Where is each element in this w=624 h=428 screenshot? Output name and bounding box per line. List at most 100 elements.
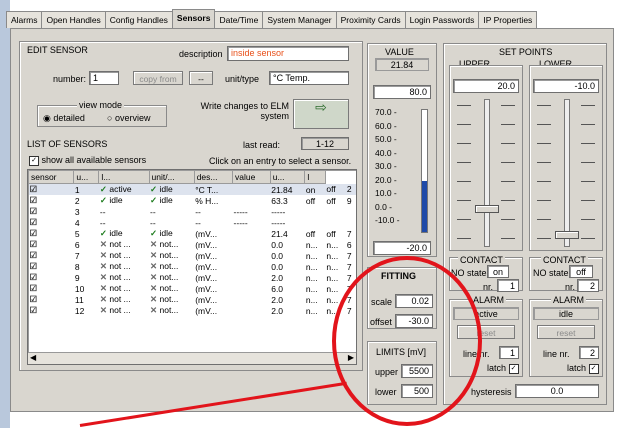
checkbox-icon[interactable]: ☑ (30, 184, 38, 194)
table-row[interactable]: ☑ 7 ✕ not ... ✕ not... (mV... 0.0 n... n... 7 (29, 250, 357, 261)
lower-setpoint-slider[interactable] (531, 97, 601, 247)
slider-thumb[interactable] (475, 204, 499, 213)
lower-status: ✓ idle (149, 195, 194, 206)
tab-date-time[interactable]: Date/Time (214, 11, 264, 28)
radio-overview[interactable]: ○ overview (107, 113, 150, 123)
tab-config-handles[interactable]: Config Handles (104, 11, 173, 28)
list-hint: Click on an entry to select a sensor. (209, 156, 352, 166)
tab-login-passwords[interactable]: Login Passwords (404, 11, 480, 28)
alarm-lower-line[interactable]: 2 (579, 346, 599, 359)
lower-contact: off (325, 195, 346, 206)
slider-tick (501, 181, 515, 182)
sensor-table[interactable]: sensor u... l... unit/... des... value u... l ☑… (27, 169, 357, 365)
checkbox-icon[interactable]: ☑ (30, 195, 38, 205)
row-checkbox: ☑ (29, 217, 74, 228)
table-row[interactable]: ☑ 1 ✓ active ✓ idle °C T... 21.84 on off 2 (28, 183, 356, 195)
column-header[interactable]: l (304, 170, 326, 184)
copy-from-button[interactable]: copy from (133, 71, 183, 85)
write-to-system-button[interactable]: ⇨ (293, 99, 349, 129)
table-row[interactable]: ☑ 10 ✕ not ... ✕ not... (mV... 6.0 n... n... 7 (29, 283, 357, 294)
lower-setpoint-field[interactable]: -10.0 (533, 79, 599, 93)
contact-upper-no-state[interactable]: on (487, 265, 509, 278)
checkbox-icon[interactable]: ☑ (30, 283, 38, 293)
column-header[interactable]: u... (269, 170, 306, 184)
checkbox-icon[interactable]: ☑ (30, 206, 38, 216)
table-row[interactable]: ☑ 5 ✓ idle ✓ idle (mV... 21.4 off off 7 (29, 228, 357, 239)
show-all-checkbox[interactable]: ✓ show all available sensors (29, 155, 146, 166)
copy-from-select[interactable]: -- (189, 71, 213, 85)
table-row[interactable]: ☑ 11 ✕ not ... ✕ not... (mV... 2.0 n... n... 7 (29, 294, 357, 305)
sensor-number: 5 (74, 228, 99, 239)
tab-ip-properties[interactable]: IP Properties (478, 11, 538, 28)
radio-detailed[interactable]: ◉ detailed (43, 113, 85, 124)
contact-lower-nr[interactable]: 2 (577, 279, 599, 292)
description-cell (233, 261, 271, 272)
slider-track[interactable] (484, 99, 490, 247)
slider-tick (501, 143, 515, 144)
table-row[interactable]: ☑ 6 ✕ not ... ✕ not... (mV... 0.0 n... n... 6 (29, 239, 357, 250)
column-header[interactable]: value (232, 170, 271, 184)
number-field[interactable]: 1 (89, 71, 119, 85)
horizontal-scrollbar[interactable]: ◀ ▶ (28, 352, 356, 364)
upper-status: ✕ not ... (99, 283, 149, 294)
column-header[interactable]: sensor (28, 170, 75, 184)
table-row[interactable]: ☑ 9 ✕ not ... ✕ not... (mV... 2.0 n... n... 7 (29, 272, 357, 283)
contact-lower-no-state-label: NO state (533, 268, 569, 278)
alarm-upper-line[interactable]: 1 (499, 346, 519, 359)
column-header[interactable]: l... (98, 170, 150, 184)
checkbox-icon[interactable]: ☑ (30, 305, 38, 315)
value-cell: ----- (270, 217, 305, 228)
hysteresis-field[interactable]: 0.0 (515, 384, 599, 398)
value-bottom-field[interactable]: -20.0 (373, 241, 431, 255)
table-row[interactable]: ☑ 8 ✕ not ... ✕ not... (mV... 0.0 n... n... 7 (29, 261, 357, 272)
contact-upper-nr[interactable]: 1 (497, 279, 519, 292)
alarm-lower-latch-label: latch (567, 363, 587, 373)
value-top-field[interactable]: 80.0 (373, 85, 431, 99)
tab-proximity-cards[interactable]: Proximity Cards (335, 11, 406, 28)
tab-open-handles[interactable]: Open Handles (41, 11, 106, 28)
sensors-panel: EDIT SENSOR description inside sensor nu… (10, 28, 614, 412)
lower-contact-text: off (326, 228, 336, 239)
column-header[interactable]: u... (73, 170, 100, 184)
alarm-lower-reset-button[interactable]: reset (537, 325, 595, 339)
slider-track[interactable] (564, 99, 570, 247)
upper-setpoint-slider[interactable] (451, 97, 521, 247)
number-label: number: (53, 74, 87, 84)
checkbox-icon[interactable]: ☑ (30, 261, 38, 271)
tab-system-manager[interactable]: System Manager (262, 11, 337, 28)
unit-cell-text: -- (195, 206, 201, 217)
contact-lower-title: CONTACT (541, 255, 588, 265)
check-icon: ✓ (99, 184, 110, 194)
checkbox-icon[interactable]: ☑ (30, 250, 38, 260)
table-row[interactable]: ☑ 4 -- -- -- ----- ----- (29, 217, 357, 228)
scroll-left-icon[interactable]: ◀ (30, 353, 36, 362)
cross-icon: ✕ (99, 272, 110, 282)
line-cell-text: 9 (346, 195, 352, 206)
slider-thumb[interactable] (555, 231, 579, 240)
tab-alarms[interactable]: Alarms (6, 11, 43, 28)
description-cell (233, 272, 271, 283)
table-row[interactable]: ☑ 12 ✕ not ... ✕ not... (mV... 2.0 n... n... 7 (29, 305, 357, 316)
unit-field[interactable]: °C Temp. (269, 71, 349, 85)
tab-sensors[interactable]: Sensors (171, 9, 216, 28)
column-header[interactable]: des... (193, 170, 234, 184)
contact-lower-no-state[interactable]: off (569, 265, 593, 278)
value-cell-text: 2.0 (271, 305, 284, 316)
checkbox-icon[interactable]: ☑ (30, 228, 38, 238)
description-field[interactable]: inside sensor (227, 46, 349, 61)
contact-upper-title: CONTACT (458, 255, 505, 265)
table-row[interactable]: ☑ 2 ✓ idle ✓ idle% H... 63.3 off off 9 (29, 195, 357, 206)
alarm-lower-latch[interactable]: latch ✓ (567, 363, 599, 374)
value-tick-label: 30.0 - (375, 161, 397, 171)
alarm-upper-latch[interactable]: latch ✓ (487, 363, 519, 374)
checkbox-icon[interactable]: ☑ (30, 272, 38, 282)
table-row[interactable]: ☑ 3 -- -- -- ----- ----- (29, 206, 357, 217)
radio-selected-icon: ◉ (43, 113, 51, 123)
column-header[interactable]: unit/... (148, 170, 195, 184)
sensor-number-text: 9 (74, 272, 80, 283)
row-checkbox: ☑ (29, 206, 74, 217)
checkbox-icon[interactable]: ☑ (30, 217, 38, 227)
upper-setpoint-field[interactable]: 20.0 (453, 79, 519, 93)
checkbox-icon[interactable]: ☑ (30, 239, 38, 249)
checkbox-icon[interactable]: ☑ (30, 294, 38, 304)
